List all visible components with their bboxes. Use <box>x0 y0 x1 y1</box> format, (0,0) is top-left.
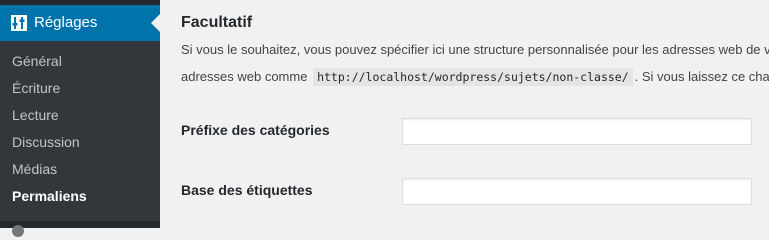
description-prefix: adresses web comme <box>181 69 308 84</box>
description-suffix: . Si vous laissez ce champ vide, la vale… <box>634 69 769 84</box>
sidebar-next-menu[interactable] <box>0 221 160 237</box>
current-menu-arrow <box>151 14 160 32</box>
section-title: Facultatif <box>181 14 253 31</box>
sidebar-item-media[interactable]: Médias <box>12 160 57 178</box>
sidebar-item-permalinks[interactable]: Permaliens <box>12 187 87 205</box>
example-url-code: http://localhost/wordpress/sujets/non-cl… <box>313 68 633 86</box>
sidebar-item-discussion[interactable]: Discussion <box>12 133 80 151</box>
tag-base-input[interactable] <box>402 178 752 205</box>
tag-base-label: Base des étiquettes <box>181 182 313 198</box>
sidebar-item-writing[interactable]: Écriture <box>12 79 60 97</box>
sidebar-item-reading[interactable]: Lecture <box>12 106 59 124</box>
settings-icon <box>11 15 27 31</box>
sidebar-submenu: Général Écriture Lecture Discussion Médi… <box>0 41 160 221</box>
sidebar-item-general[interactable]: Général <box>12 52 62 70</box>
section-description-line1: Si vous le souhaitez, vous pouvez spécif… <box>181 42 769 57</box>
admin-sidebar: Réglages Général Écriture Lecture Discus… <box>0 0 160 237</box>
section-description-line2: adresses web comme http://localhost/word… <box>181 68 769 86</box>
menu-icon <box>12 225 24 237</box>
category-base-input[interactable] <box>402 118 752 145</box>
category-base-label: Préfixe des catégories <box>181 122 330 138</box>
sidebar-menu-settings[interactable]: Réglages <box>0 5 160 41</box>
main-content: Facultatif Si vous le souhaitez, vous po… <box>160 0 769 228</box>
sidebar-menu-label: Réglages <box>34 14 98 31</box>
